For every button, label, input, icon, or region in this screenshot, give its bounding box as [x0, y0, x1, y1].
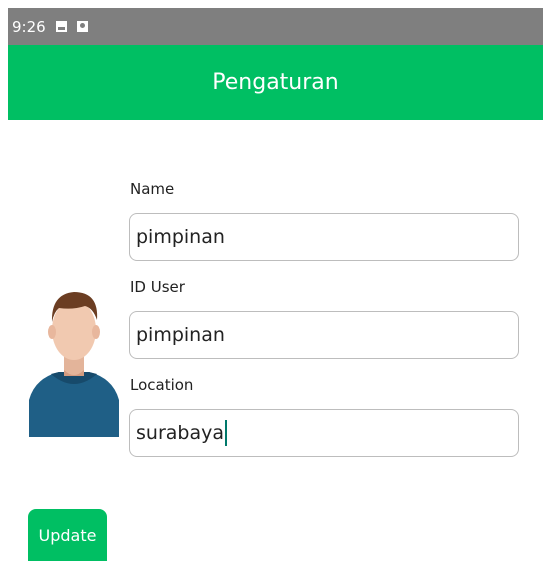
status-time: 9:26: [12, 17, 46, 36]
status-bar: 9:26: [8, 8, 543, 45]
app-bar: Pengaturan: [8, 45, 543, 120]
location-field[interactable]: surabaya: [129, 409, 519, 457]
name-field[interactable]: pimpinan: [129, 213, 519, 261]
name-label: Name: [130, 180, 175, 198]
text-cursor: [225, 420, 227, 446]
avatar: [29, 292, 119, 437]
location-value: surabaya: [136, 422, 224, 444]
id-user-label: ID User: [130, 278, 185, 296]
id-user-value: pimpinan: [136, 324, 225, 346]
name-value: pimpinan: [136, 226, 225, 248]
update-button[interactable]: Update: [28, 509, 107, 561]
contact-icon: [76, 21, 88, 32]
id-user-field[interactable]: pimpinan: [129, 311, 519, 359]
image-icon: [55, 21, 67, 32]
location-label: Location: [130, 376, 194, 394]
page-title: Pengaturan: [212, 70, 339, 95]
